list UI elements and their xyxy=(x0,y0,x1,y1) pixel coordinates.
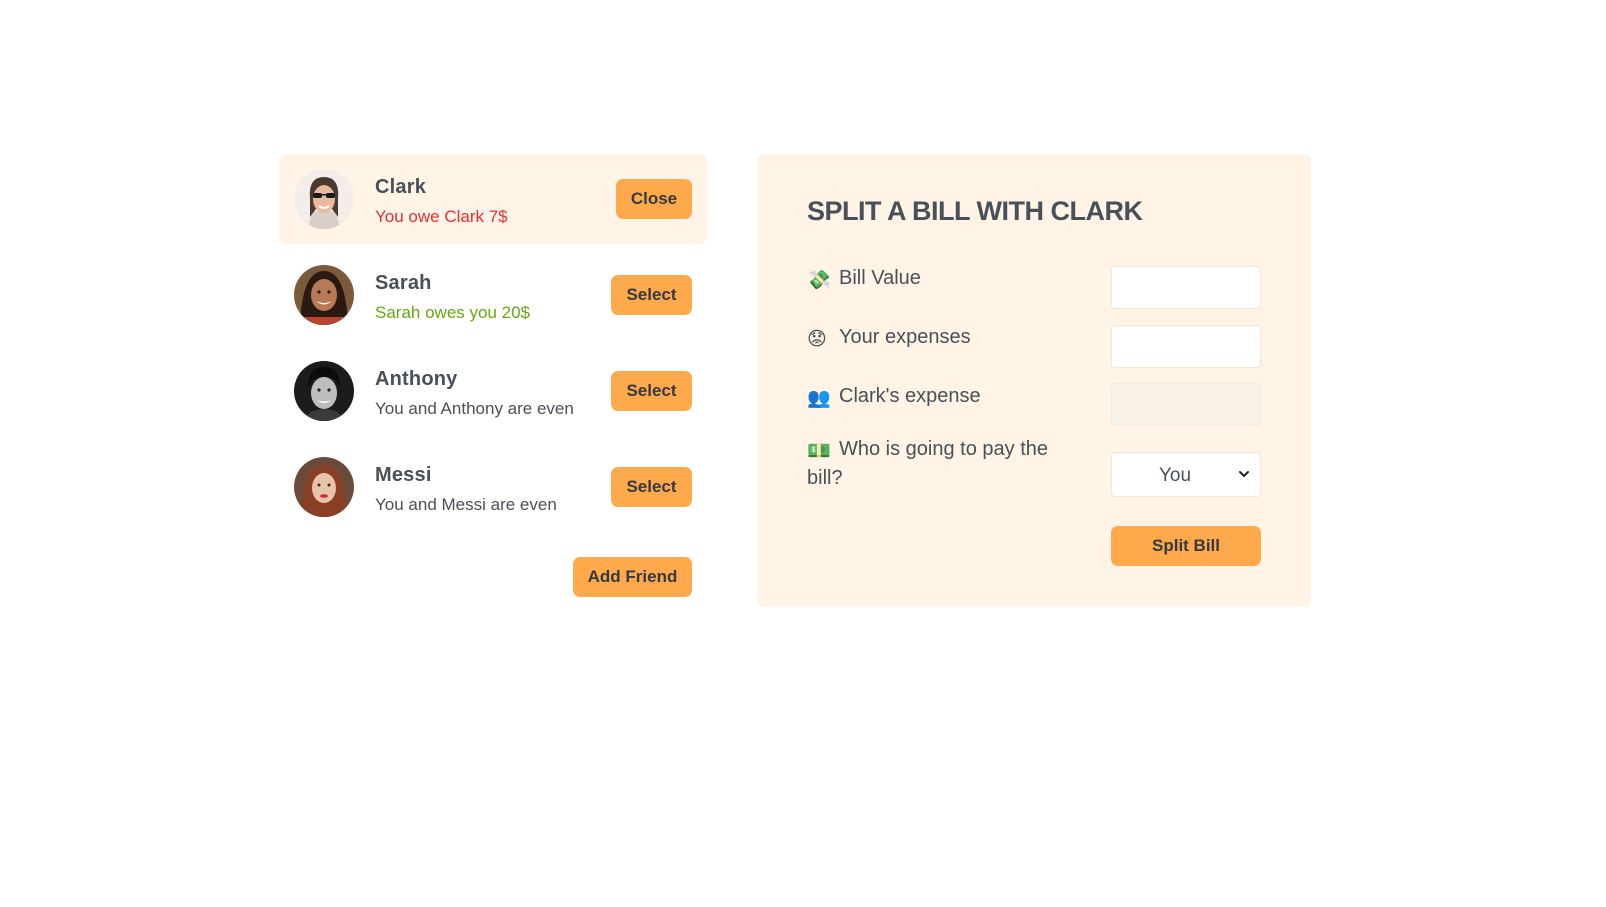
friend-balance-status: You and Messi are even xyxy=(375,495,557,514)
bill-value-label: 💸 Bill Value xyxy=(807,265,1067,294)
anthony-avatar-image xyxy=(294,361,354,421)
form-title: SPLIT A BILL WITH CLARK xyxy=(807,196,1143,226)
add-friend-button[interactable]: Add Friend xyxy=(573,557,692,597)
select-button[interactable]: Select xyxy=(611,275,692,315)
friend-item-anthony: Anthony You and Anthony are even Select xyxy=(279,346,707,436)
split-bill-form: SPLIT A BILL WITH CLARK 💸 Bill Value 😟 You… xyxy=(757,154,1311,607)
friend-name: Sarah xyxy=(375,272,432,294)
friends-list: Clark You owe Clark 7$ Close Sarah Sarah… xyxy=(279,154,707,597)
friend-name: Clark xyxy=(375,176,427,198)
avatar xyxy=(294,265,354,325)
payer-selected-value: You xyxy=(1158,465,1192,486)
two-people-icon: 👥 xyxy=(807,388,831,409)
friend-name: Messi xyxy=(375,464,432,486)
clark-avatar-image xyxy=(294,169,354,229)
dollar-banknote-icon: 💵 xyxy=(807,441,831,462)
avatar xyxy=(294,457,354,517)
bill-value-input[interactable] xyxy=(1111,266,1261,309)
chevron-down-icon xyxy=(1239,471,1249,478)
friend-item-messi: Messi You and Messi are even Select xyxy=(279,442,707,532)
your-expense-label-text: Your expenses xyxy=(839,326,971,348)
close-button[interactable]: Close xyxy=(616,179,692,219)
messi-avatar-image xyxy=(294,457,354,517)
app: Clark You owe Clark 7$ Close Sarah Sarah… xyxy=(279,154,1311,609)
payer-label: 💵 Who is going to pay the bill? xyxy=(807,436,1067,492)
money-with-wings-icon: 💸 xyxy=(807,270,831,291)
friend-balance-status: Sarah owes you 20$ xyxy=(375,303,530,322)
your-expense-label: 😟 Your expenses xyxy=(807,324,1067,353)
friend-expense-input xyxy=(1111,383,1261,426)
friend-item-clark: Clark You owe Clark 7$ Close xyxy=(279,154,707,244)
friend-balance-status: You owe Clark 7$ xyxy=(375,207,508,226)
split-bill-button[interactable]: Split Bill xyxy=(1111,526,1261,566)
sarah-avatar-image xyxy=(294,265,354,325)
your-expense-input[interactable] xyxy=(1111,325,1261,368)
avatar xyxy=(294,361,354,421)
payer-select[interactable]: You xyxy=(1111,452,1261,497)
avatar xyxy=(294,169,354,229)
select-button[interactable]: Select xyxy=(611,467,692,507)
friend-expense-label-text: Clark's expense xyxy=(839,385,981,407)
friend-balance-status: You and Anthony are even xyxy=(375,399,574,418)
bill-value-label-text: Bill Value xyxy=(839,267,921,289)
friend-expense-label: 👥 Clark's expense xyxy=(807,383,1067,412)
friend-item-sarah: Sarah Sarah owes you 20$ Select xyxy=(279,250,707,340)
friend-name: Anthony xyxy=(375,368,458,390)
worried-face-icon: 😟 xyxy=(807,329,827,350)
select-button[interactable]: Select xyxy=(611,371,692,411)
payer-label-text: Who is going to pay the bill? xyxy=(807,438,1049,489)
